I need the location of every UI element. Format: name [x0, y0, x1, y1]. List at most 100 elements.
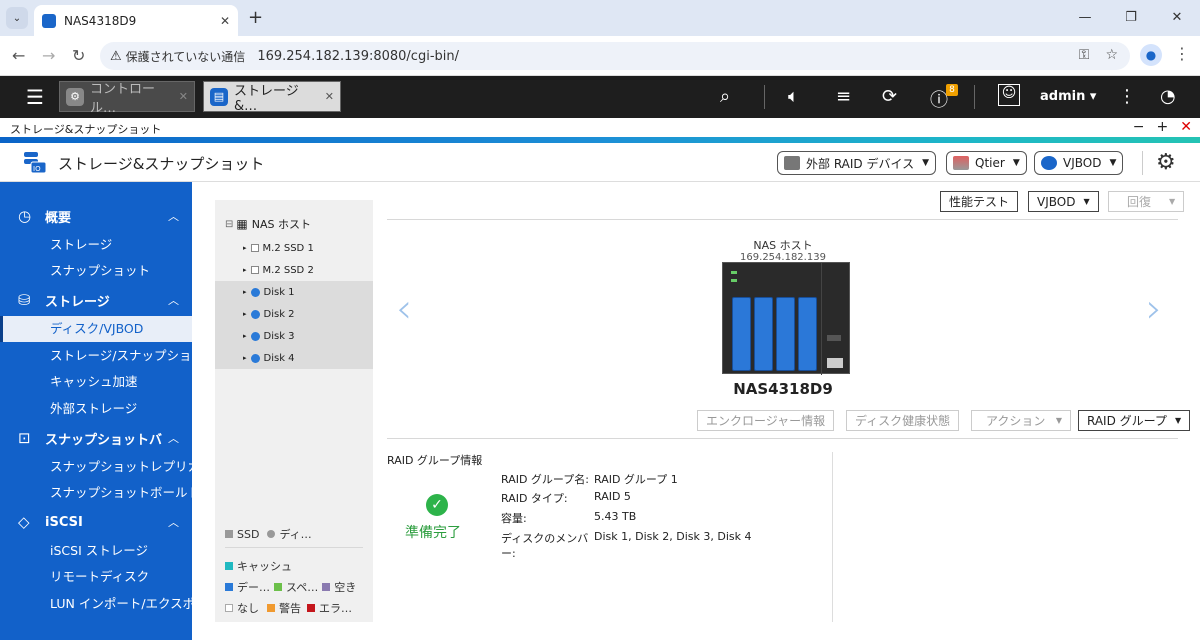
restore-icon[interactable]: ❐: [1108, 0, 1154, 36]
minimize-icon[interactable]: —: [1062, 0, 1108, 36]
new-tab-button[interactable]: +: [248, 7, 263, 28]
external-raid-button[interactable]: 外部 RAID デバイス ▼: [777, 151, 937, 175]
disk-bay-1[interactable]: [732, 297, 751, 371]
url-field[interactable]: ⚠ 保護されていない通信 169.254.182.139:8080/cgi-bi…: [100, 42, 1130, 70]
chevron-right-icon[interactable]: ›: [1146, 286, 1162, 332]
legend-label: エラ…: [319, 602, 352, 615]
tree-node-label: Disk 4: [263, 352, 295, 364]
sidebar-item-snapshot-overview[interactable]: スナップショット: [0, 258, 192, 284]
app-tab-storage[interactable]: ▤ ストレージ&… ✕: [203, 81, 341, 114]
password-key-icon[interactable]: ⚿: [1079, 47, 1090, 63]
security-label: 保護されていない通信: [125, 49, 246, 64]
tree-root[interactable]: ⊟ ▦ NAS ホスト: [215, 213, 373, 235]
main-menu-icon[interactable]: ☰: [26, 85, 44, 109]
disk-bay-4[interactable]: [798, 297, 817, 371]
disk-bay-3[interactable]: [776, 297, 795, 371]
close-app-tab-icon[interactable]: ✕: [325, 90, 334, 103]
legend-usage: デー… スペ… 空き: [225, 579, 356, 595]
browser-menu-icon[interactable]: ⋮: [1174, 44, 1190, 63]
expand-arrow-icon[interactable]: ▸: [243, 244, 247, 252]
sidebar-item-cache[interactable]: キャッシュ加速: [0, 369, 192, 395]
admin-menu[interactable]: admin ▾: [1040, 89, 1096, 104]
close-tab-icon[interactable]: ✕: [220, 14, 230, 28]
forward-icon[interactable]: →: [42, 46, 55, 65]
disk-health-button[interactable]: ディスク健康状態: [846, 410, 960, 431]
sidebar-section-iscsi[interactable]: ◇ iSCSI ︿: [0, 508, 192, 536]
sidebar-item-disks-vjbod[interactable]: ディスク/VJBOD: [0, 316, 192, 342]
sidebar-item-storage-snapshot[interactable]: ストレージ/スナップショ: [0, 343, 192, 369]
bookmark-star-icon[interactable]: ☆: [1105, 47, 1118, 63]
sidebar-section-overview[interactable]: ◷ 概要 ︿: [0, 202, 192, 230]
sidebar-item-iscsi-storage[interactable]: iSCSI ストレージ: [0, 538, 192, 564]
chevron-left-icon[interactable]: ‹: [396, 286, 412, 332]
url-text[interactable]: 169.254.182.139:8080/cgi-bin/: [257, 49, 459, 64]
reload-icon[interactable]: ↻: [72, 46, 85, 65]
window-close-icon[interactable]: ✕: [1180, 119, 1192, 135]
raid-type-label: RAID タイプ:: [501, 492, 568, 505]
tree-node[interactable]: ▸ Disk 4: [215, 347, 373, 369]
sidebar-item-snapshot-replica[interactable]: スナップショットレプリカ: [0, 454, 192, 480]
enclosure-info-button[interactable]: エンクロージャー情報: [697, 410, 835, 431]
recover-dropdown[interactable]: 回復 ▼: [1108, 191, 1185, 212]
empty-slot-icon: [250, 266, 259, 274]
expand-arrow-icon[interactable]: ▸: [243, 310, 247, 318]
window-minimize-icon[interactable]: −: [1133, 119, 1145, 135]
sync-icon[interactable]: ⟳: [882, 86, 897, 107]
tree-node[interactable]: ▸ Disk 1: [215, 281, 373, 303]
performance-test-button[interactable]: 性能テスト: [940, 191, 1019, 212]
close-window-icon[interactable]: ✕: [1154, 0, 1200, 36]
sidebar-item-external-storage[interactable]: 外部ストレージ: [0, 396, 192, 422]
dashboard-gauge-icon[interactable]: ◔: [1160, 86, 1176, 107]
legend-cache: キャッシュ: [225, 558, 292, 574]
back-icon[interactable]: ←: [12, 46, 25, 65]
legend-status: なし 警告 エラ…: [225, 600, 352, 616]
storage-app-icon: IO: [24, 152, 47, 174]
browser-tab[interactable]: NAS4318D9 ✕: [34, 5, 238, 36]
expand-arrow-icon[interactable]: ▸: [243, 288, 247, 296]
sidebar-section-snapshot[interactable]: ⊡ スナップショットバ ︿: [0, 424, 192, 452]
tasks-icon[interactable]: ≡: [836, 86, 851, 107]
tree-node[interactable]: ▸ M.2 SSD 2: [215, 259, 373, 281]
button-label: ディスク健康状態: [855, 414, 951, 428]
chevron-up-icon: ︿: [168, 294, 179, 307]
disk-bay-2[interactable]: [754, 297, 773, 371]
sidebar-item-storage-overview[interactable]: ストレージ: [0, 232, 192, 258]
collapse-icon[interactable]: ⊟: [225, 219, 233, 230]
raid-group-dropdown[interactable]: RAID グループ ▼: [1078, 410, 1191, 431]
button-label: 性能テスト: [949, 195, 1010, 209]
window-maximize-icon[interactable]: +: [1157, 119, 1169, 135]
host-label: NAS ホスト: [753, 239, 813, 252]
close-app-tab-icon[interactable]: ✕: [179, 90, 188, 103]
tab-search-button[interactable]: ⌄: [6, 7, 28, 29]
ssd-legend-icon: [225, 530, 233, 538]
expand-arrow-icon[interactable]: ▸: [243, 332, 247, 340]
legend-label: 空き: [334, 581, 357, 594]
legend-label: SSD: [237, 527, 260, 541]
more-options-icon[interactable]: ⋮: [1118, 86, 1136, 107]
nas-device-image[interactable]: [722, 262, 850, 375]
sidebar-item-lun-import[interactable]: LUN インポート/エクスポ: [0, 591, 192, 617]
vjbod-header-button[interactable]: VJBOD ▼: [1034, 151, 1124, 175]
sidebar-section-storage[interactable]: ⛁ ストレージ ︿: [0, 286, 192, 314]
expand-arrow-icon[interactable]: ▸: [243, 354, 247, 362]
settings-gear-icon[interactable]: ⚙: [1156, 150, 1176, 175]
qtier-button[interactable]: Qtier ▼: [946, 151, 1027, 175]
members-label-cont: ー:: [501, 547, 516, 560]
legend-label: スペ…: [286, 581, 319, 594]
vjbod-dropdown[interactable]: VJBOD ▼: [1028, 191, 1099, 212]
profile-avatar-icon[interactable]: ●: [1140, 44, 1162, 66]
tree-node[interactable]: ▸ M.2 SSD 1: [215, 237, 373, 259]
action-dropdown[interactable]: アクション ▼: [971, 410, 1071, 431]
search-icon[interactable]: ⌕: [720, 86, 730, 107]
sidebar-item-snapshot-vault[interactable]: スナップショットボールト: [0, 480, 192, 506]
legend-label: なし: [237, 602, 259, 615]
app-tab-control-panel[interactable]: ⚙ コントロール… ✕: [59, 81, 195, 116]
tree-node[interactable]: ▸ Disk 3: [215, 325, 373, 347]
user-icon[interactable]: ☺: [998, 84, 1020, 106]
nas-logo-icon: [827, 358, 843, 368]
tree-node-label: Disk 1: [263, 286, 295, 298]
tree-node[interactable]: ▸ Disk 2: [215, 303, 373, 325]
expand-arrow-icon[interactable]: ▸: [243, 266, 247, 274]
sidebar-item-remote-disk[interactable]: リモートディスク: [0, 564, 192, 590]
volume-icon[interactable]: 🔈︎: [788, 86, 799, 107]
